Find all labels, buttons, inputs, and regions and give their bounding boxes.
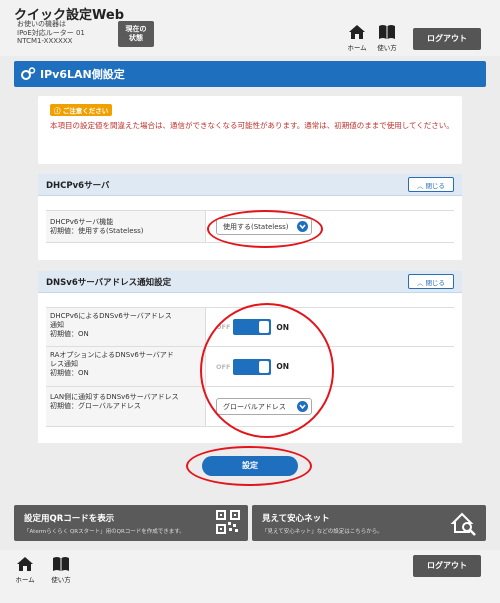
header: クイック設定Web お使いの機器は IPoE対応ルーター 01 NTCM1-XX…: [0, 0, 500, 56]
footer-home-label: ホーム: [15, 576, 35, 584]
dns-panel-header: DNSv6サーバアドレス通知設定 ︿ 閉じる: [38, 271, 462, 293]
home-nav[interactable]: ホーム: [346, 24, 368, 52]
dns-row-ra-label-3: 初期値：ON: [50, 369, 89, 377]
device-line-3: NTCM1-XXXXXX: [17, 37, 73, 45]
dns-row-lan-label-1: LAN側に通知するDNSv6サーバアドレス: [50, 393, 179, 401]
home-label: ホーム: [347, 44, 367, 52]
status-label-2: 状態: [129, 34, 143, 42]
dns-row-lan-label: LAN側に通知するDNSv6サーバアドレス 初期値：グローバルアドレス: [46, 387, 206, 426]
dns-close-button[interactable]: ︿ 閉じる: [408, 274, 454, 289]
footer-help-nav[interactable]: 使い方: [50, 556, 72, 584]
notice-text: 本項目の設定値を間違えた場合は、通信ができなくなる可能性があります。通常は、初期…: [50, 121, 454, 130]
highlight-ring-dns-settings: [200, 303, 334, 438]
safe-net-banner[interactable]: 見えて安心ネット 「見えて安心ネット」などの設定はこちらから。: [252, 505, 486, 541]
dhcp-label-2: 初期値：使用する(Stateless): [50, 227, 144, 235]
qr-banner-title: 設定用QRコードを表示: [24, 514, 115, 524]
notice-box: ⓘ ご注意ください 本項目の設定値を間違えた場合は、通信ができなくなる可能性があ…: [38, 96, 462, 164]
gear-icon: [21, 67, 36, 80]
notice-badge-label: ご注意ください: [62, 107, 109, 115]
dhcp-label-1: DHCPv6サーバ機能: [50, 218, 114, 226]
dhcp-row-label: DHCPv6サーバ機能 初期値：使用する(Stateless): [46, 211, 206, 242]
info-icon: ⓘ: [54, 107, 61, 115]
dns-row-lan-label-2: 初期値：グローバルアドレス: [50, 402, 141, 410]
logout-button[interactable]: ログアウト: [413, 28, 481, 50]
section-bar: IPv6LAN側設定: [14, 61, 486, 87]
dns-row-ra-label: RAオプションによるDNSv6サーバアド レス通知 初期値：ON: [46, 347, 206, 386]
book-icon: [379, 25, 395, 39]
chevron-up-icon: ︿: [417, 181, 424, 190]
dhcp-close-label: 閉じる: [425, 181, 446, 190]
home-icon: [349, 25, 365, 39]
house-search-icon: [450, 512, 476, 536]
footer: ホーム 使い方 ログアウト: [0, 550, 500, 603]
qr-code-banner[interactable]: 設定用QRコードを表示 「Atermらくらく QRスタート」用のQRコードを作成…: [14, 505, 248, 541]
dns-row-dhcp-label-3: 初期値：ON: [50, 330, 89, 338]
dns-row-dhcp-label-1: DHCPv6によるDNSv6サーバアドレス: [50, 312, 172, 320]
current-status-button[interactable]: 現在の 状態: [118, 21, 154, 47]
notice-badge: ⓘ ご注意ください: [50, 104, 113, 116]
dns-close-label: 閉じる: [425, 278, 446, 287]
status-label-1: 現在の: [125, 25, 147, 33]
book-icon: [53, 557, 69, 571]
dns-row-dhcp-label: DHCPv6によるDNSv6サーバアドレス 通知 初期値：ON: [46, 308, 206, 346]
dns-row-ra-label-1: RAオプションによるDNSv6サーバアド: [50, 351, 174, 359]
highlight-ring-dhcp-select: [207, 210, 323, 248]
footer-home-nav[interactable]: ホーム: [14, 556, 36, 584]
device-line-1: お使いの機器は: [17, 20, 66, 28]
dhcp-panel-title: DHCPv6サーバ: [46, 180, 110, 191]
home-icon: [17, 557, 33, 571]
dns-panel-title: DNSv6サーバアドレス通知設定: [46, 277, 172, 288]
chevron-up-icon: ︿: [417, 278, 424, 287]
device-info: お使いの機器は IPoE対応ルーター 01 NTCM1-XXXXXX: [17, 20, 85, 46]
safe-banner-subtitle: 「見えて安心ネット」などの設定はこちらから。: [262, 529, 383, 535]
qr-banner-subtitle: 「Atermらくらく QRスタート」用のQRコードを作成できます。: [24, 529, 185, 535]
qr-code-icon: [216, 510, 240, 534]
dns-row-ra-label-2: レス通知: [50, 360, 78, 368]
highlight-ring-apply: [186, 446, 312, 486]
section-title: IPv6LAN側設定: [40, 68, 125, 81]
footer-logout-button[interactable]: ログアウト: [413, 555, 481, 577]
footer-help-label: 使い方: [51, 576, 71, 584]
help-label: 使い方: [377, 44, 397, 52]
dns-row-dhcp-label-2: 通知: [50, 321, 64, 329]
safe-banner-title: 見えて安心ネット: [262, 514, 330, 524]
help-nav[interactable]: 使い方: [376, 24, 398, 52]
dhcp-close-button[interactable]: ︿ 閉じる: [408, 177, 454, 192]
dhcp-panel-header: DHCPv6サーバ ︿ 閉じる: [38, 174, 462, 196]
device-line-2: IPoE対応ルーター 01: [17, 28, 85, 37]
